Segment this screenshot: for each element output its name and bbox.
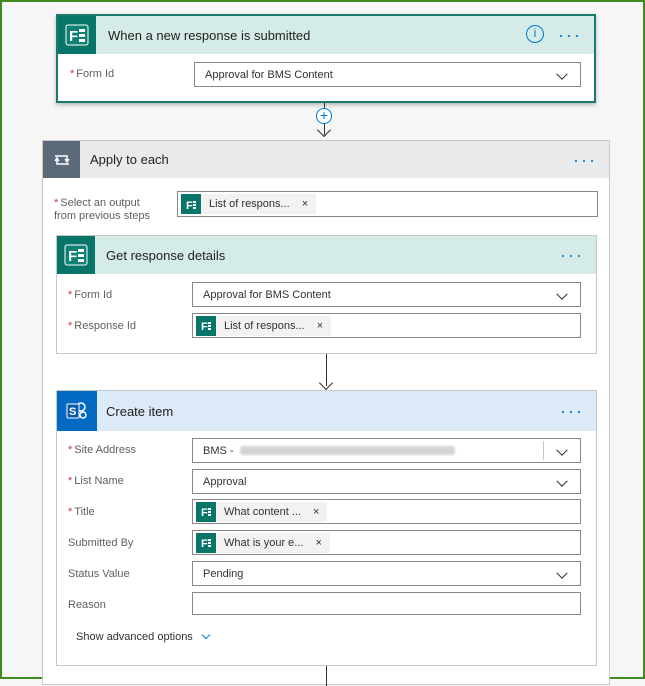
show-advanced-options[interactable]: Show advanced options <box>76 630 211 643</box>
close-icon[interactable]: × <box>313 506 319 518</box>
site-address-dropdown[interactable]: BMS - <box>192 438 581 463</box>
submitted-by-field[interactable]: F What is your e... × <box>192 530 581 555</box>
get-form-id-label: * Form Id <box>68 289 113 301</box>
submitted-by-label: Submitted By <box>68 537 134 549</box>
more-icon[interactable]: ··· <box>560 402 584 420</box>
connector-line <box>326 666 327 686</box>
more-icon[interactable]: ··· <box>558 26 582 44</box>
get-form-id-dropdown[interactable]: Approval for BMS Content <box>192 282 581 307</box>
info-icon[interactable]: i <box>526 25 544 43</box>
trigger-title: When a new response is submitted <box>108 27 311 43</box>
close-icon[interactable]: × <box>302 198 308 210</box>
apply-header[interactable]: Apply to each ··· <box>43 141 609 178</box>
svg-text:F: F <box>68 248 77 265</box>
svg-text:S: S <box>69 406 76 418</box>
reason-input[interactable] <box>192 592 581 615</box>
forms-icon: F <box>196 501 216 522</box>
list-name-dropdown[interactable]: Approval <box>192 469 581 494</box>
close-icon[interactable]: × <box>315 537 321 549</box>
token[interactable]: F What content ... × <box>196 501 328 522</box>
forms-icon: F <box>58 16 96 54</box>
get-response-header[interactable]: F Get response details ··· <box>57 236 596 274</box>
forms-icon: F <box>181 194 201 214</box>
token[interactable]: F What is your e... × <box>196 532 330 553</box>
arrow-head <box>316 122 332 138</box>
select-output-field[interactable]: F List of respons... × <box>177 191 598 217</box>
select-output-label: * Select an output from previous steps <box>54 197 150 222</box>
close-icon[interactable]: × <box>317 320 323 332</box>
svg-text:F: F <box>69 28 78 45</box>
get-response-card[interactable]: F Get response details ··· * Form Id Appr… <box>56 235 597 354</box>
svg-text:F: F <box>186 200 193 211</box>
trigger-card[interactable]: F When a new response is submitted i ···… <box>56 14 596 103</box>
apply-title: Apply to each <box>90 152 169 167</box>
divider <box>543 441 544 460</box>
token[interactable]: F List of respons... × <box>181 194 317 214</box>
plus-icon[interactable]: + <box>316 108 332 124</box>
create-item-title: Create item <box>106 403 174 419</box>
trigger-form-id-label: * Form Id <box>70 68 115 80</box>
forms-icon: F <box>196 532 216 553</box>
more-icon[interactable]: ··· <box>560 246 584 264</box>
apply-to-each-card[interactable]: Apply to each ··· * Select an output from … <box>42 140 610 686</box>
chevron-down-icon <box>556 444 568 456</box>
trigger-header[interactable]: F When a new response is submitted i ··· <box>58 16 594 54</box>
token[interactable]: F List of respons... × <box>196 315 332 336</box>
sharepoint-icon: S <box>57 391 97 431</box>
arrow-head <box>318 375 334 391</box>
svg-text:F: F <box>201 538 208 549</box>
forms-icon: F <box>196 315 216 336</box>
get-response-title: Get response details <box>106 247 226 263</box>
create-item-card[interactable]: S Create item ··· * Site Address BMS - * L… <box>56 390 597 666</box>
create-item-header[interactable]: S Create item ··· <box>57 391 596 431</box>
trigger-form-id-dropdown[interactable]: Approval for BMS Content <box>194 62 581 87</box>
site-address-label: * Site Address <box>68 444 137 456</box>
reason-label: Reason <box>68 599 106 611</box>
chevron-down-icon <box>556 288 568 300</box>
status-value-dropdown[interactable]: Pending <box>192 561 581 586</box>
more-icon[interactable]: ··· <box>573 151 597 169</box>
chevron-down-icon <box>556 567 568 579</box>
chevron-down-icon <box>556 68 568 80</box>
svg-text:F: F <box>201 507 208 518</box>
loop-icon <box>43 141 80 178</box>
response-id-field[interactable]: F List of respons... × <box>192 313 581 338</box>
chevron-down-icon <box>201 630 211 640</box>
svg-text:F: F <box>201 321 208 332</box>
list-name-label: * List Name <box>68 475 124 487</box>
title-field[interactable]: F What content ... × <box>192 499 581 524</box>
blurred-url <box>239 446 455 455</box>
title-label: * Title <box>68 506 95 518</box>
chevron-down-icon <box>556 475 568 487</box>
status-value-label: Status Value <box>68 568 130 580</box>
response-id-label: * Response Id <box>68 320 137 332</box>
forms-icon: F <box>57 236 95 274</box>
